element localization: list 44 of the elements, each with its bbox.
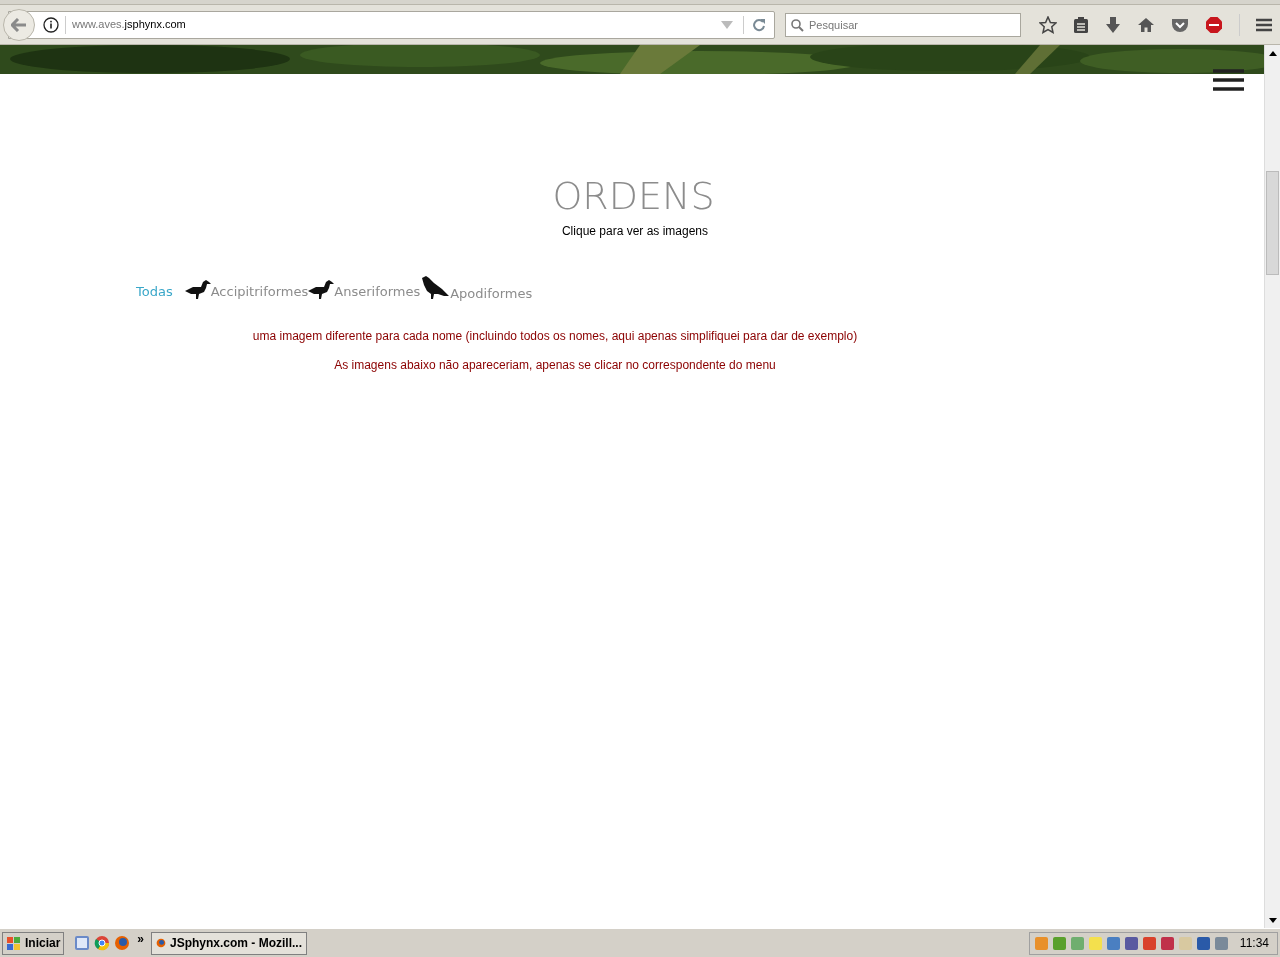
back-button[interactable]	[3, 8, 35, 41]
pocket-icon[interactable]	[1171, 16, 1189, 33]
duck-icon	[184, 279, 211, 301]
note-text: As imagens abaixo não apareceriam, apenas se clicar no correspondente do menu	[334, 357, 776, 373]
browser-icon[interactable]	[114, 935, 131, 951]
bird-icon	[420, 275, 451, 301]
tray-icon[interactable]	[1213, 935, 1229, 951]
scroll-down-icon[interactable]	[1268, 917, 1277, 923]
search-icon	[791, 18, 804, 32]
download-icon[interactable]	[1105, 15, 1121, 34]
stop-sign-icon[interactable]	[1205, 15, 1223, 34]
info-icon[interactable]	[43, 16, 59, 33]
scrollbar[interactable]	[1264, 45, 1280, 928]
menu-icon[interactable]	[1213, 69, 1244, 91]
tray-icon[interactable]	[1195, 935, 1211, 951]
back-arrow-icon	[11, 17, 27, 32]
filter-link[interactable]: Anseriformes	[308, 279, 421, 301]
tray-icon[interactable]	[1105, 935, 1121, 951]
clipboard-icon[interactable]	[1073, 15, 1089, 34]
windows-logo-icon	[6, 935, 22, 951]
scroll-up-icon[interactable]	[1268, 50, 1277, 56]
menu-icon[interactable]	[1256, 17, 1272, 32]
home-icon[interactable]	[1137, 16, 1155, 33]
taskbar-window-button[interactable]: JSphynx.com - Mozill...	[151, 931, 308, 955]
filter-link[interactable]: Accipitriformes	[184, 279, 309, 301]
tray-icon[interactable]	[1123, 935, 1139, 951]
reload-icon[interactable]	[752, 17, 766, 32]
search-field[interactable]: Pesquisar	[785, 12, 1021, 37]
tray-icon[interactable]	[1159, 935, 1175, 951]
tray-icon[interactable]	[1141, 935, 1157, 951]
scroll-thumb[interactable]	[1266, 171, 1279, 275]
page-title: ORDENS	[552, 174, 715, 218]
duck-icon	[308, 279, 335, 301]
app-icon[interactable]	[74, 935, 91, 951]
filter-link[interactable]: Apodiformes	[420, 275, 533, 301]
star-icon[interactable]	[1039, 15, 1057, 34]
page-subtitle: Clique para ver as imagens	[561, 223, 709, 240]
tray-icon[interactable]	[1051, 935, 1067, 951]
start-button[interactable]: Iniciar	[2, 931, 65, 955]
clock: 11:34	[1239, 935, 1269, 952]
browser-icon[interactable]	[94, 935, 111, 951]
overflow-chevron[interactable]: »	[137, 930, 145, 948]
note-text: uma imagem diferente para cada nome (incluindo todos os nomes, aqui apenas simplifiquei para dar de exemplo)	[252, 328, 858, 344]
url-text[interactable]: www.aves.jsphynx.com	[72, 16, 186, 33]
